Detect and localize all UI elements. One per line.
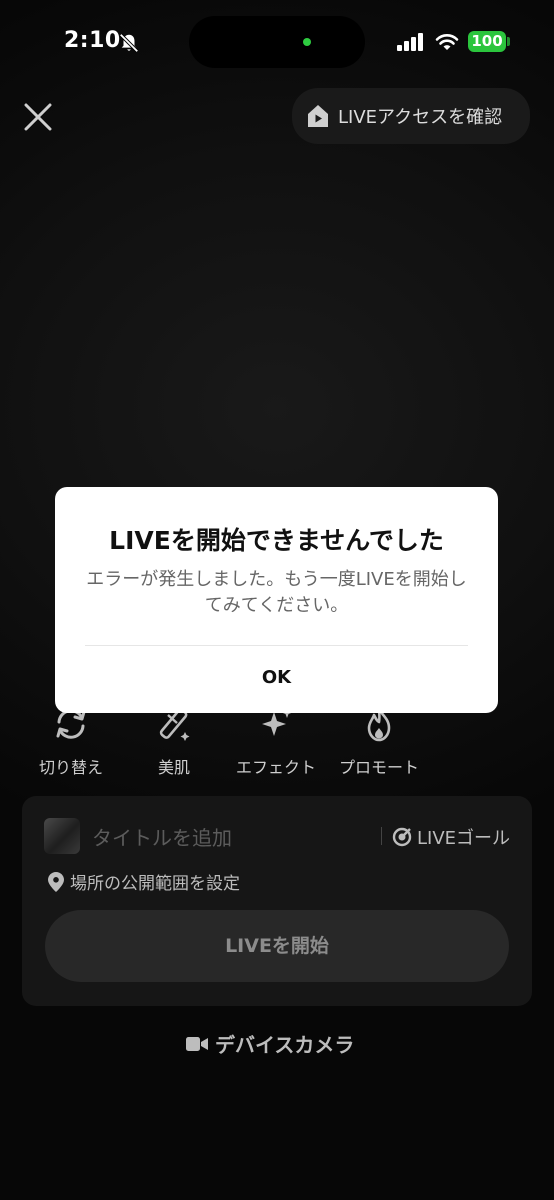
dynamic-island [189, 16, 365, 68]
video-camera-icon [186, 1036, 208, 1051]
location-setting[interactable]: 場所の公開範囲を設定 [48, 869, 240, 894]
tool-switch[interactable]: 切り替え [21, 704, 121, 778]
tool-label: 切り替え [38, 758, 103, 777]
wifi-icon [435, 34, 459, 50]
location-label: 場所の公開範囲を設定 [70, 874, 240, 894]
target-goal-icon [392, 827, 412, 847]
status-time: 2:10 [64, 28, 121, 53]
cellular-signal-icon [397, 33, 423, 51]
location-pin-icon [48, 871, 64, 892]
tool-effects[interactable]: エフェクト [226, 704, 326, 778]
battery-icon: 100 [468, 31, 506, 52]
bell-slash-icon [119, 33, 139, 53]
cover-thumbnail[interactable] [44, 818, 80, 854]
title-input[interactable]: タイトルを追加 [92, 822, 232, 851]
live-access-button[interactable]: LIVEアクセスを確認 [292, 88, 530, 144]
camera-indicator-dot [303, 38, 311, 46]
tool-label: エフェクト [235, 758, 316, 777]
device-camera-button[interactable]: デバイスカメラ [186, 1029, 354, 1058]
battery-tip [507, 37, 510, 46]
house-play-icon [308, 105, 328, 127]
tool-label: プロモート [338, 758, 419, 777]
dialog-message: エラーが発生しました。もう一度LIVEを開始してみてください。 [86, 569, 467, 616]
dialog-title: LIVEを開始できませんでした [109, 526, 444, 555]
device-camera-label: デバイスカメラ [215, 1033, 355, 1057]
close-icon[interactable] [22, 101, 54, 133]
tool-label: 美肌 [157, 758, 190, 777]
tool-promote[interactable]: プロモート [329, 704, 429, 778]
live-goal-label: LIVEゴール [417, 828, 511, 849]
ok-button[interactable]: OK [55, 646, 498, 713]
live-goal-button[interactable]: LIVEゴール [392, 824, 510, 850]
live-access-label: LIVEアクセスを確認 [338, 107, 503, 128]
start-live-button[interactable]: LIVEを開始 [45, 910, 509, 982]
tool-beauty[interactable]: 美肌 [124, 704, 224, 778]
error-dialog: LIVEを開始できませんでした エラーが発生しました。もう一度LIVEを開始して… [55, 487, 498, 713]
divider [381, 827, 382, 845]
